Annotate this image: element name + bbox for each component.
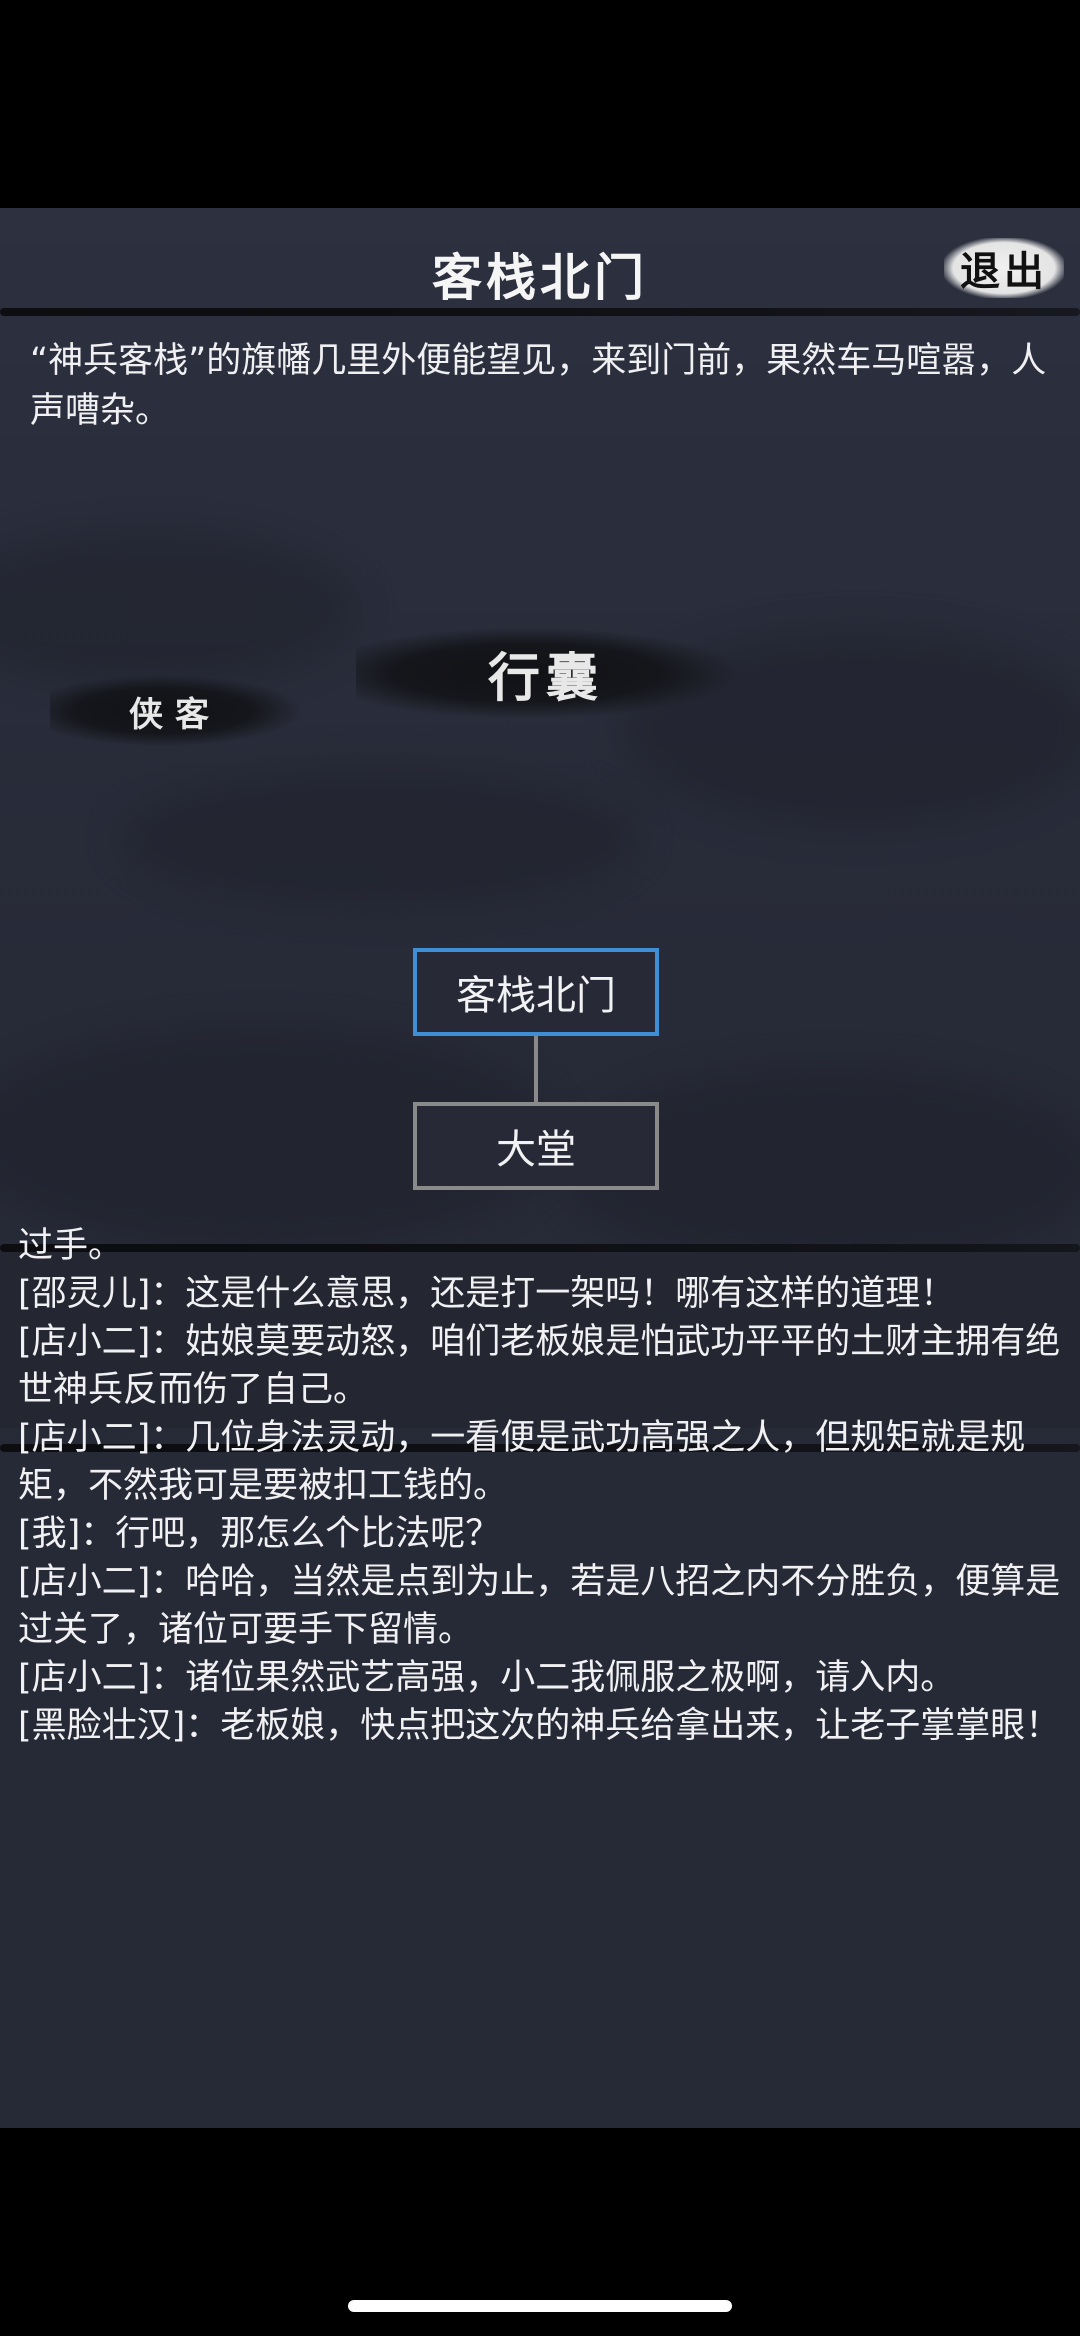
log-line: [我]：行吧，那怎么个比法呢？ xyxy=(18,1514,501,1554)
log-line: [店小二]：诸位果然武艺高强，小二我佩服之极啊，请入内。 xyxy=(18,1658,956,1698)
bag-button[interactable]: 行囊 xyxy=(356,628,736,718)
log-line: [黑脸壮汉]：老板娘，快点把这次的神兵给拿出来，让老子掌掌眼！ xyxy=(18,1706,1061,1746)
map-connector xyxy=(534,1036,538,1102)
ink-cloud xyxy=(120,768,640,908)
hero-label: 侠客 xyxy=(129,694,221,735)
bag-label: 行囊 xyxy=(487,647,604,709)
map-node-current[interactable]: 客栈北门 xyxy=(413,948,659,1036)
log-line: [店小二]：哈哈，当然是点到为止，若是八招之内不分胜负，便算是过关了，诸位可要手… xyxy=(18,1562,1061,1650)
page-title: 客栈北门 xyxy=(432,248,648,307)
map-node-label: 大堂 xyxy=(496,1127,576,1173)
scene-description: “神兵客栈”的旗幡几里外便能望见，来到门前，果然车马喧嚣，人声嘈杂。 xyxy=(30,341,1047,431)
status-bar-area xyxy=(0,0,1080,208)
divider xyxy=(0,308,1080,316)
log-line: [邵灵儿]：这是什么意思，还是打一架吗！哪有这样的道理！ xyxy=(18,1274,956,1314)
hero-button[interactable]: 侠客 xyxy=(50,676,300,746)
exit-button[interactable]: 退出 xyxy=(944,238,1064,298)
map-node-hall[interactable]: 大堂 xyxy=(413,1102,659,1190)
log-line: [店小二]：几位身法灵动，一看便是武功高强之人，但规矩就是规矩，不然我可是要被扣… xyxy=(18,1418,1026,1506)
header: 客栈北门 退出 xyxy=(0,208,1080,314)
map-node-label: 客栈北门 xyxy=(456,973,616,1019)
home-indicator[interactable] xyxy=(348,2300,732,2312)
log-line: [店小二]：姑娘莫要动怒，咱们老板娘是怕武功平平的土财主拥有绝世神兵反而伤了自己… xyxy=(18,1322,1061,1410)
ink-cloud xyxy=(0,528,360,688)
dialogue-log[interactable]: 过手。 [邵灵儿]：这是什么意思，还是打一架吗！哪有这样的道理！ [店小二]：姑娘莫… xyxy=(18,1222,1062,1880)
log-line: 过手。 xyxy=(18,1226,124,1266)
